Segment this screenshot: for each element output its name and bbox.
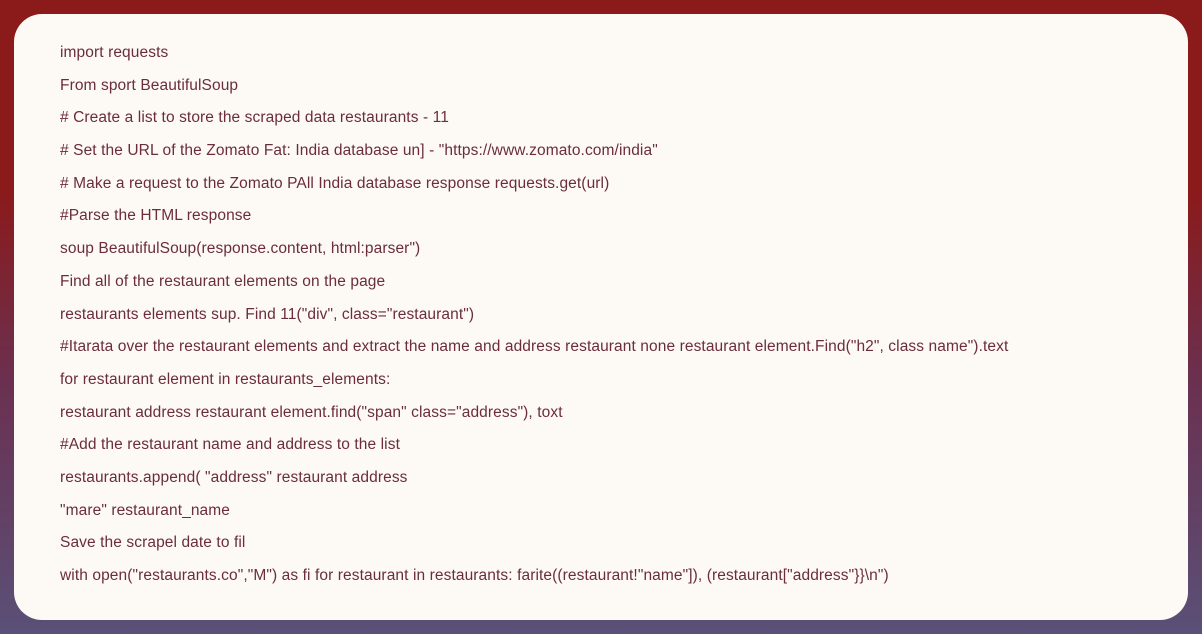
code-line: with open("restaurants.co","M") as fi fo… [60, 565, 1142, 587]
code-line: Find all of the restaurant elements on t… [60, 271, 1142, 293]
code-line: From sport BeautifulSoup [60, 75, 1142, 97]
code-line: soup BeautifulSoup(response.content, htm… [60, 238, 1142, 260]
code-line: #Add the restaurant name and address to … [60, 434, 1142, 456]
code-line: restaurants.append( "address" restaurant… [60, 467, 1142, 489]
code-line: # Make a request to the Zomato PAll Indi… [60, 173, 1142, 195]
code-line: # Create a list to store the scraped dat… [60, 107, 1142, 129]
code-line: # Set the URL of the Zomato Fat: India d… [60, 140, 1142, 162]
code-line: "mare" restaurant_name [60, 500, 1142, 522]
code-line: restaurant address restaurant element.fi… [60, 402, 1142, 424]
code-line: restaurants elements sup. Find 11("div",… [60, 304, 1142, 326]
code-line: for restaurant element in restaurants_el… [60, 369, 1142, 391]
code-line: import requests [60, 42, 1142, 64]
code-line: #Parse the HTML response [60, 205, 1142, 227]
code-line: Save the scrapel date to fil [60, 532, 1142, 554]
code-line: #Itarata over the restaurant elements an… [60, 336, 1142, 358]
code-card: import requests From sport BeautifulSoup… [14, 14, 1188, 620]
